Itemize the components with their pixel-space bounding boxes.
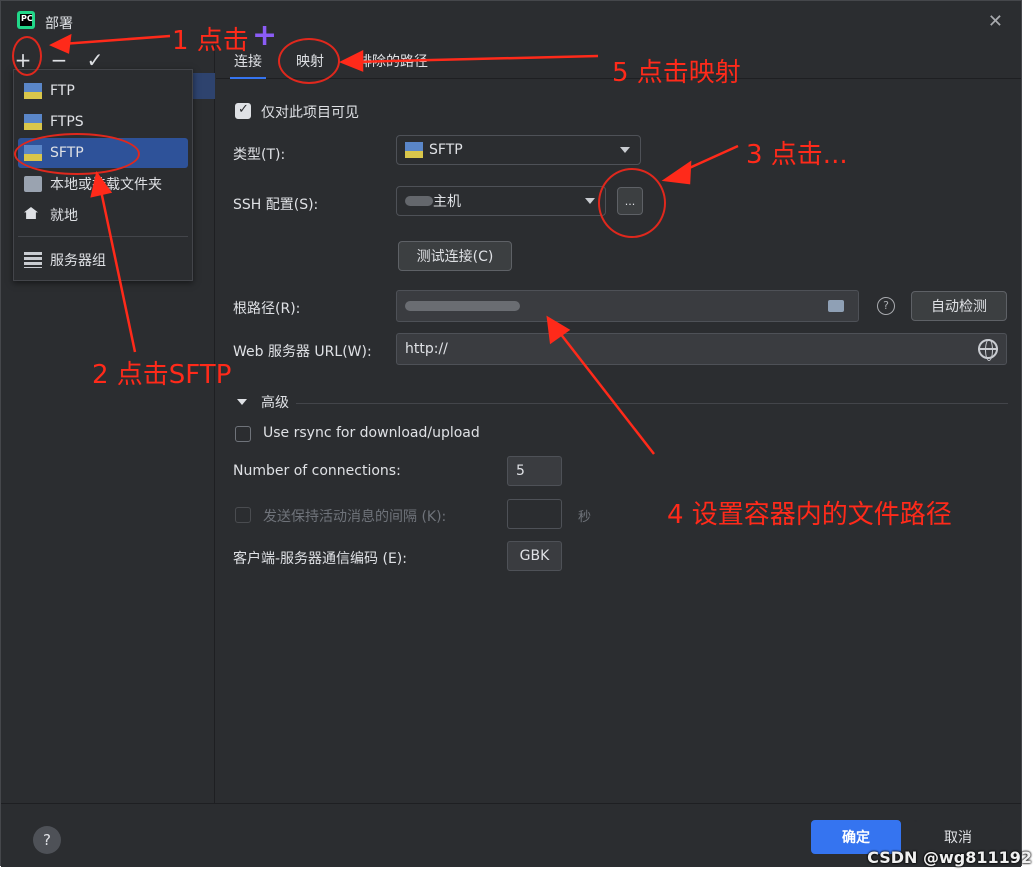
annotation-step-3: 3 点击... [746,140,848,170]
pycharm-icon: PC [17,11,35,29]
advanced-divider [296,403,1008,404]
server-group-icon [24,252,42,268]
redacted-host [405,196,433,206]
selected-server-row[interactable] [191,73,215,99]
ssh-config-select[interactable]: 主机 [396,186,606,216]
encoding-label: 客户端-服务器通信编码 (E): [233,551,407,567]
ftps-icon [24,114,42,130]
test-connection-button[interactable]: 测试连接(C) [398,241,512,271]
globe-icon[interactable] [978,339,998,361]
annotation-step-1: 1 点击 [172,26,249,56]
redacted-root-path [405,301,520,311]
popup-item-label: 服务器组 [50,253,106,269]
annotation-step-5: 5 点击映射 [612,58,741,88]
seconds-unit: 秒 [578,510,592,525]
settings-panel: 连接 映射 排除的路径 仅对此项目可见 类型(T): SFTP SSH 配置(S… [216,43,1021,803]
watermark: CSDN @wg811192 [867,848,1032,867]
root-path-label: 根路径(R): [233,301,301,317]
help-icon[interactable]: ? [877,297,895,315]
encoding-select[interactable]: GBK [507,541,562,571]
web-url-input[interactable]: http:// [396,333,1007,365]
popup-item-label: FTP [50,83,75,99]
popup-item-label: 本地或挂载文件夹 [50,177,162,193]
visible-only-label: 仅对此项目可见 [261,105,359,121]
rsync-checkbox[interactable] [235,426,251,442]
deployment-dialog: PC 部署 ✕ + − ✓ FTP FTPS SFTP 本地或挂载文件夹 就地 … [0,0,1022,867]
annotation-step-4: 4 设置容器内的文件路径 [667,500,952,530]
chevron-down-icon [585,198,595,204]
popup-item-label: FTPS [50,114,84,130]
annotation-step-2: 2 点击SFTP [92,360,232,390]
highlight-add-button [12,36,42,76]
visible-only-checkbox[interactable] [235,102,251,119]
ssh-config-label: SSH 配置(S): [233,197,319,213]
ssh-config-value: 主机 [433,194,461,210]
plus-icon: + [252,18,278,53]
type-select[interactable]: SFTP [396,135,641,165]
rsync-label: Use rsync for download/upload [263,425,480,441]
root-path-input[interactable] [396,290,859,322]
home-icon [24,207,42,223]
popup-item-local-folder[interactable]: 本地或挂载文件夹 [18,169,188,199]
advanced-label[interactable]: 高级 [261,392,289,412]
type-label: 类型(T): [233,147,286,163]
expand-triangle-icon[interactable] [237,399,247,405]
connections-label: Number of connections: [233,463,401,479]
tab-excluded-paths[interactable]: 排除的路径 [358,51,428,71]
folder-open-icon[interactable] [828,300,844,312]
popup-item-label: 就地 [50,208,78,224]
chevron-down-icon [620,147,630,153]
apply-check-button[interactable]: ✓ [85,50,105,70]
popup-item-ftps[interactable]: FTPS [18,107,188,137]
highlight-sftp-item [14,133,140,175]
remove-server-button[interactable]: − [49,50,69,70]
add-server-popup: FTP FTPS SFTP 本地或挂载文件夹 就地 服务器组 [13,69,193,281]
auto-detect-button[interactable]: 自动检测 [911,291,1007,321]
highlight-more-button [598,168,666,238]
popup-divider [18,236,188,237]
window-title: 部署 [45,16,73,32]
popup-item-server-group[interactable]: 服务器组 [18,245,188,275]
ftp-icon [24,83,42,99]
type-value: SFTP [429,142,463,158]
sftp-icon [405,142,423,158]
web-url-label: Web 服务器 URL(W): [233,344,372,360]
close-icon[interactable]: ✕ [988,11,1003,32]
keepalive-input[interactable] [507,499,562,529]
keepalive-checkbox[interactable] [235,507,251,523]
highlight-mappings-tab [278,38,340,84]
folder-icon [24,176,42,192]
keepalive-label: 发送保持活动消息的间隔 (K): [263,509,447,525]
title-bar: PC 部署 ✕ [1,1,1021,43]
web-url-value: http:// [405,341,448,357]
connections-input[interactable]: 5 [507,456,562,486]
popup-item-ftp[interactable]: FTP [18,76,188,106]
popup-item-in-place[interactable]: 就地 [18,200,188,230]
help-button[interactable]: ? [33,826,61,854]
